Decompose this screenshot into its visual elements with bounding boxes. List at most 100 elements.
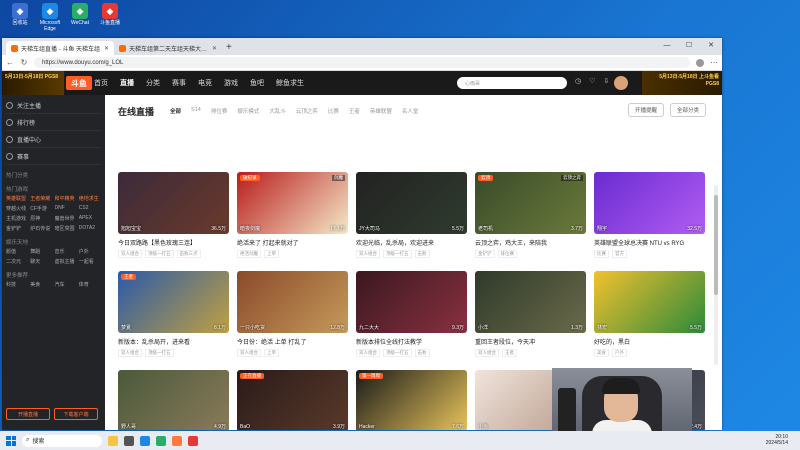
stream-tag[interactable]: 双人组合 bbox=[118, 250, 142, 258]
stream-title[interactable]: 重回王者段位，今天冲 bbox=[475, 337, 586, 346]
clock[interactable]: 20:10 2024/5/14 bbox=[766, 434, 788, 446]
category-link[interactable]: APEX bbox=[79, 215, 101, 222]
stream-tag[interactable]: 顶级一打五 bbox=[383, 349, 412, 357]
streamer-name[interactable]: 小洋 bbox=[478, 324, 488, 331]
stream-tag[interactable]: 比赛 bbox=[594, 250, 609, 258]
stream-thumbnail[interactable]: 第一周周 Hacker 7.6万 bbox=[356, 370, 467, 430]
stream-tag[interactable]: 双人组合 bbox=[237, 349, 261, 357]
filter-tab[interactable]: 王者 bbox=[349, 107, 360, 115]
stream-tag[interactable]: 顶级一打五 bbox=[145, 250, 174, 258]
stream-card[interactable]: 翔宇 32.5万 英雄联盟全球总决赛 NTU vs RYG 比赛 官方 bbox=[594, 172, 705, 258]
scrollbar-thumb[interactable] bbox=[714, 195, 718, 295]
stream-card[interactable]: 九二大大 9.3万 新版本排位全线打法教学 双人组合 顶级一打五 击败 bbox=[356, 271, 467, 357]
filter-tab[interactable]: S14 bbox=[191, 107, 201, 115]
streamer-name[interactable]: 九二大大 bbox=[359, 324, 379, 331]
stream-tag[interactable]: 击败 bbox=[414, 349, 430, 357]
sidebar-item[interactable]: 关注主播 bbox=[6, 97, 101, 114]
close-icon[interactable]: ✕ bbox=[104, 45, 109, 52]
stream-title[interactable]: 新版本排位全线打法教学 bbox=[356, 337, 467, 346]
download-icon[interactable]: ⇩ bbox=[603, 77, 609, 85]
streamer-name[interactable]: 暗夜剑魔 bbox=[240, 225, 260, 232]
stream-tag[interactable]: 户外 bbox=[612, 349, 627, 357]
stream-tag[interactable]: 绝活剑魔 bbox=[237, 250, 261, 258]
category-link[interactable]: 科技 bbox=[6, 281, 28, 288]
category-link[interactable]: 绝地求生 bbox=[79, 195, 101, 202]
filter-tab[interactable]: 全部 bbox=[170, 107, 181, 115]
stream-card[interactable]: 破纪录 剑魔 暗夜剑魔 17.1万 绝活来了 打起来就对了 绝活剑魔 上单 bbox=[237, 172, 348, 258]
stream-card[interactable]: 小洋 1.3万 重回王者段位，今天冲 双人组合 王者 bbox=[475, 271, 586, 357]
stream-tag[interactable]: 顶级一打五 bbox=[383, 250, 412, 258]
windows-start-icon[interactable] bbox=[6, 435, 16, 446]
filter-tab[interactable]: 排位赛 bbox=[211, 107, 228, 115]
stream-tag[interactable]: 排位赛 bbox=[497, 250, 517, 258]
task-view-icon[interactable] bbox=[124, 435, 134, 446]
desktop-shortcut[interactable]: ◆ 回收站 bbox=[6, 3, 34, 26]
streamer-name[interactable]: 林宏 bbox=[597, 324, 607, 331]
category-link[interactable]: 汽车 bbox=[55, 281, 77, 288]
maximize-button[interactable]: ☐ bbox=[678, 38, 700, 52]
back-arrow-icon[interactable]: ← bbox=[6, 58, 14, 67]
stream-tag[interactable]: 金铲铲 bbox=[475, 250, 495, 258]
sidebar-item[interactable]: 排行榜 bbox=[6, 114, 101, 131]
stream-title[interactable]: 今日双路路【黑色玫瑰三连】 bbox=[118, 238, 229, 247]
category-link[interactable]: 英雄联盟 bbox=[6, 195, 28, 202]
category-link[interactable]: 聊天 bbox=[30, 258, 52, 265]
streamer-name[interactable]: 老司机 bbox=[478, 225, 493, 232]
sidebar-item[interactable]: 直播中心 bbox=[6, 131, 101, 148]
stream-reminder-button[interactable]: 开播提醒 bbox=[627, 103, 664, 117]
stream-title[interactable]: 英雄联盟全球总决赛 NTU vs RYG bbox=[594, 238, 705, 247]
avatar[interactable] bbox=[614, 76, 628, 90]
wechat-icon[interactable] bbox=[156, 435, 166, 446]
category-link[interactable]: 王者荣耀 bbox=[30, 195, 52, 202]
stream-card[interactable]: 第一周周Hacker7.6万晚上去打比赛打pilot比赛传奇杯 bbox=[356, 370, 467, 430]
category-link[interactable]: 一起看 bbox=[79, 258, 101, 265]
category-link[interactable]: 二次元 bbox=[6, 258, 28, 265]
stream-thumbnail[interactable]: JY大司马 5.5万 bbox=[356, 172, 467, 234]
nav-item[interactable]: 分类 bbox=[146, 78, 160, 88]
category-link[interactable]: 音乐 bbox=[55, 248, 77, 255]
desktop-shortcut[interactable]: ◆ WeChat bbox=[66, 3, 94, 26]
stream-thumbnail[interactable]: 野人哥 4.9万 bbox=[118, 370, 229, 430]
stream-title[interactable]: 好吃的，黑白 bbox=[594, 337, 705, 346]
category-link[interactable]: 穿越火线 bbox=[6, 205, 28, 212]
category-link[interactable]: 户外 bbox=[79, 248, 101, 255]
new-tab-button[interactable]: + bbox=[226, 41, 232, 55]
stream-card[interactable]: 一只小吃货 12.8万 今日份：绝活 上单 打乱了 双人组合 上单 bbox=[237, 271, 348, 357]
category-link[interactable]: 主机游戏 bbox=[6, 215, 28, 222]
streamer-name[interactable]: 一只小吃货 bbox=[240, 324, 265, 331]
stream-tag[interactable]: 王者 bbox=[502, 349, 517, 357]
promo-banner-right[interactable]: 5月13日-5月18日 上斗鱼看 PGS8 bbox=[642, 71, 722, 95]
stream-tag[interactable]: 双人组合 bbox=[475, 349, 499, 357]
download-client-button[interactable]: 下载客户端 bbox=[54, 408, 98, 420]
file-explorer-icon[interactable] bbox=[172, 435, 182, 446]
nav-item[interactable]: 鱼吧 bbox=[250, 78, 264, 88]
stream-card[interactable]: 云顶 云顶之弈 老司机 3.7万 云顶之弈，鸡大王，来陪我 金铲铲 排位赛 bbox=[475, 172, 586, 258]
category-link[interactable]: 金铲铲 bbox=[6, 225, 28, 232]
streamer-name[interactable]: BaO bbox=[240, 424, 250, 430]
category-link[interactable]: DOTA2 bbox=[79, 225, 101, 232]
douyu-app-icon[interactable] bbox=[188, 435, 198, 446]
category-link[interactable]: 暗区突围 bbox=[55, 225, 77, 232]
close-icon[interactable]: ✕ bbox=[212, 45, 217, 52]
category-link[interactable]: 和平精英 bbox=[55, 195, 77, 202]
nav-item[interactable]: 游戏 bbox=[224, 78, 238, 88]
widgets-icon[interactable] bbox=[108, 435, 118, 446]
streamer-name[interactable]: 小鱼 bbox=[478, 423, 488, 430]
filter-tab[interactable]: 名人堂 bbox=[402, 107, 419, 115]
stream-tag[interactable]: 美食 bbox=[594, 349, 609, 357]
stream-tag[interactable]: 双人组合 bbox=[356, 349, 380, 357]
scrollbar[interactable] bbox=[714, 185, 718, 365]
stream-card[interactable]: 正在直播BaO3.9万逃离塔科夫 新手教学FPS塔科夫 bbox=[237, 370, 348, 430]
start-stream-button[interactable]: 开播直播 bbox=[6, 408, 50, 420]
douyu-logo[interactable]: 斗鱼 bbox=[66, 76, 92, 90]
streamer-name[interactable]: JY大司马 bbox=[359, 225, 380, 232]
nav-item[interactable]: 首页 bbox=[94, 78, 108, 88]
minimize-button[interactable]: — bbox=[656, 38, 678, 52]
desktop-shortcut[interactable]: ◆ 斗鱼直播 bbox=[96, 3, 124, 26]
more-menu-icon[interactable]: ⋯ bbox=[710, 58, 718, 67]
url-input[interactable]: https://www.douyu.com/g_LOL bbox=[34, 57, 690, 68]
streamer-name[interactable]: Hacker bbox=[359, 424, 375, 430]
edge-icon[interactable] bbox=[140, 435, 150, 446]
nav-item[interactable]: 赛事 bbox=[172, 78, 186, 88]
stream-thumbnail[interactable]: 王者 梦夏 8.1万 bbox=[118, 271, 229, 333]
